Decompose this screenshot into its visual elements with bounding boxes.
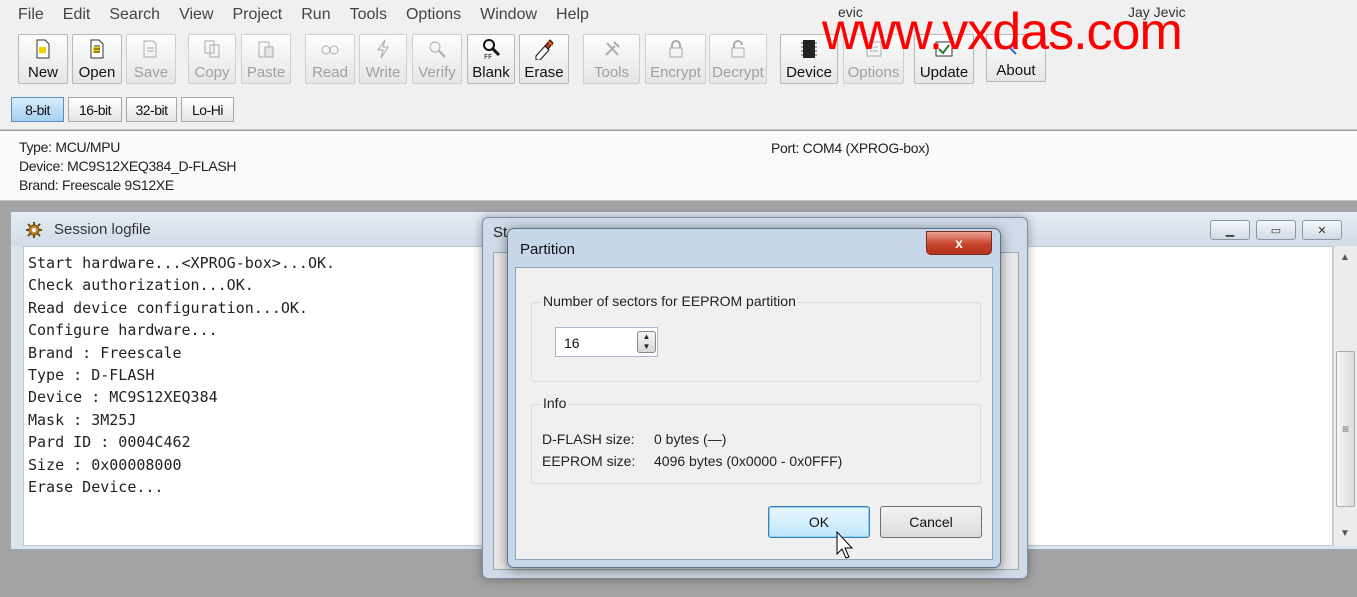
restore-icon: ▭ <box>1270 224 1282 237</box>
minimize-icon: ▁ <box>1225 224 1235 237</box>
scroll-thumb[interactable]: ≡ <box>1336 351 1355 507</box>
tools-button[interactable]: Tools <box>583 34 640 84</box>
copy-icon <box>203 35 221 63</box>
chip-icon <box>799 35 819 63</box>
mode-8bit-button[interactable]: 8-bit <box>11 97 64 122</box>
blank-button[interactable]: FF Blank <box>467 34 515 84</box>
sectors-group: Number of sectors for EEPROM partition 1… <box>531 293 981 382</box>
dflash-size-value: 0 bytes (—) <box>654 431 727 447</box>
erase-button-label: Erase <box>524 64 564 81</box>
ok-button[interactable]: OK <box>768 506 870 538</box>
device-name-text: Device: MC9S12XEQ384_D-FLASH <box>19 158 237 174</box>
sectors-group-label: Number of sectors for EEPROM partition <box>541 293 798 309</box>
cancel-button[interactable]: Cancel <box>880 506 982 538</box>
encrypt-button-label: Encrypt <box>650 64 701 81</box>
gear-icon <box>25 221 43 244</box>
new-file-icon <box>35 35 51 63</box>
copy-button-label: Copy <box>194 64 230 81</box>
mode-bar: 8-bit 16-bit 32-bit Lo-Hi <box>0 90 1357 130</box>
paste-button-label: Paste <box>246 64 286 81</box>
logfile-title: Session logfile <box>54 221 151 238</box>
dialog-title: Partition <box>520 241 576 258</box>
eeprom-size-value: 4096 bytes (0x0000 - 0x0FFF) <box>654 453 843 469</box>
open-file-icon <box>89 35 105 63</box>
info-group: Info D-FLASH size: 0 bytes (—) EEPROM siz… <box>531 395 981 484</box>
decrypt-button-label: Decrypt <box>712 64 764 81</box>
read-icon <box>320 35 340 63</box>
erase-icon <box>533 35 555 63</box>
menu-tools[interactable]: Tools <box>350 6 387 24</box>
blank-button-label: Blank <box>472 64 510 81</box>
options-button-label: Options <box>847 64 900 81</box>
menu-help[interactable]: Help <box>556 6 589 24</box>
sectors-stepper[interactable]: 16 ▲ ▼ <box>555 327 658 357</box>
verify-button[interactable]: Verify <box>412 34 462 84</box>
log-scrollbar[interactable]: ▲ ≡ ▼ <box>1333 246 1357 546</box>
read-button-label: Read <box>312 64 348 81</box>
svg-text:FF: FF <box>484 53 492 60</box>
scroll-down-icon[interactable]: ▼ <box>1340 528 1350 539</box>
write-button-label: Write <box>365 64 401 81</box>
close-icon: x <box>955 235 963 251</box>
device-info-panel: Type: MCU/MPU Device: MC9S12XEQ384_D-FLA… <box>0 131 1357 201</box>
port-text: Port: COM4 (XPROG-box) <box>771 140 930 156</box>
decrypt-button[interactable]: Decrypt <box>709 34 767 84</box>
dflash-size-label: D-FLASH size: <box>542 431 635 447</box>
scroll-up-icon[interactable]: ▲ <box>1340 252 1350 263</box>
maximize-button[interactable]: ▭ <box>1256 220 1296 240</box>
read-button[interactable]: Read <box>305 34 355 84</box>
blank-check-icon: FF <box>481 35 501 63</box>
close-icon: ✕ <box>1317 224 1327 237</box>
update-button-label: Update <box>919 64 969 81</box>
menu-options[interactable]: Options <box>406 6 461 24</box>
new-button[interactable]: New <box>18 34 68 84</box>
mouse-cursor-icon <box>836 530 854 564</box>
mode-32bit-button[interactable]: 32-bit <box>126 97 177 122</box>
verify-icon <box>427 35 447 63</box>
device-button-label: Device <box>786 64 832 81</box>
verify-button-label: Verify <box>418 64 456 81</box>
mode-lohi-button[interactable]: Lo-Hi <box>181 97 234 122</box>
save-button-label: Save <box>133 64 169 81</box>
unlock-icon <box>730 35 746 63</box>
write-icon <box>375 35 391 63</box>
sectors-value: 16 <box>564 335 580 351</box>
mode-16bit-button[interactable]: 16-bit <box>68 97 122 122</box>
menu-file[interactable]: File <box>18 6 44 24</box>
paste-button[interactable]: Paste <box>241 34 291 84</box>
watermark: www.vxdas.com <box>822 3 1183 61</box>
paste-icon <box>257 35 275 63</box>
dialog-close-button[interactable]: x <box>926 231 992 255</box>
open-button-label: Open <box>78 64 116 81</box>
menu-project[interactable]: Project <box>232 6 282 24</box>
menu-window[interactable]: Window <box>480 6 537 24</box>
dflash-size-row: D-FLASH size: 0 bytes (—) <box>542 431 726 447</box>
device-brand-text: Brand: Freescale 9S12XE <box>19 177 174 193</box>
about-button-label: About <box>996 62 1036 79</box>
tools-button-label: Tools <box>593 64 630 81</box>
close-window-button[interactable]: ✕ <box>1302 220 1342 240</box>
menu-run[interactable]: Run <box>301 6 330 24</box>
write-button[interactable]: Write <box>359 34 407 84</box>
partition-dialog: Partition x Number of sectors for EEPROM… <box>507 228 1001 568</box>
device-type-text: Type: MCU/MPU <box>19 139 121 155</box>
copy-button[interactable]: Copy <box>188 34 236 84</box>
new-button-label: New <box>27 64 58 81</box>
info-group-label: Info <box>541 395 569 411</box>
tools-icon <box>602 35 622 63</box>
stepper-arrows-icon[interactable]: ▲ ▼ <box>637 331 656 353</box>
status-window-title: St <box>493 224 508 241</box>
save-button[interactable]: Save <box>126 34 176 84</box>
menu-edit[interactable]: Edit <box>63 6 91 24</box>
menu-view[interactable]: View <box>179 6 213 24</box>
save-icon <box>142 35 160 63</box>
minimize-button[interactable]: ▁ <box>1210 220 1250 240</box>
lock-icon <box>668 35 684 63</box>
erase-button[interactable]: Erase <box>519 34 569 84</box>
eeprom-size-row: EEPROM size: 4096 bytes (0x0000 - 0x0FFF) <box>542 453 842 469</box>
eeprom-size-label: EEPROM size: <box>542 453 636 469</box>
menu-search[interactable]: Search <box>109 6 160 24</box>
encrypt-button[interactable]: Encrypt <box>645 34 706 84</box>
open-button[interactable]: Open <box>72 34 122 84</box>
